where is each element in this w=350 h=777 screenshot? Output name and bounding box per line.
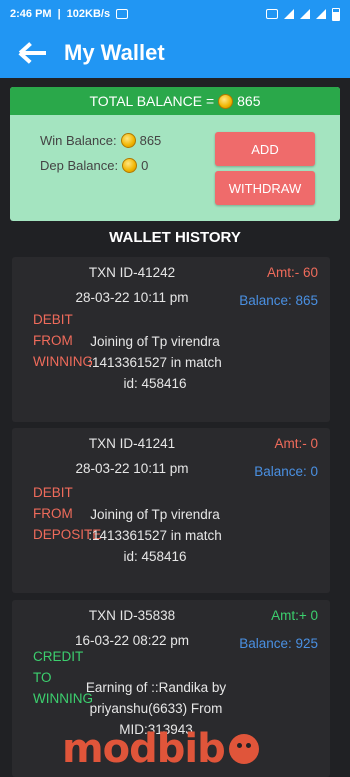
dep-balance-label: Dep Balance: xyxy=(40,158,119,173)
wifi-signal-icon xyxy=(316,9,326,19)
watermark-text: modbib xyxy=(62,726,226,772)
balance-card: TOTAL BALANCE = 865 Win Balance: 865 Dep… xyxy=(10,87,340,221)
wallet-history-title: WALLET HISTORY xyxy=(109,229,241,246)
signal-icon xyxy=(284,9,294,19)
page-title: My Wallet xyxy=(64,40,165,65)
withdraw-button[interactable]: WITHDRAW xyxy=(215,171,315,205)
txn-description: Joining of Tp virendra :1413361527 in ma… xyxy=(88,507,222,564)
battery-icon xyxy=(332,7,340,21)
txn-date: 28-03-22 10:11 pm xyxy=(75,290,189,305)
transaction-card: TXN ID-41241 28-03-22 10:11 pm Amt:- 0 B… xyxy=(12,428,330,593)
network-speed: 102KB/s xyxy=(66,8,111,20)
signal-icon-2 xyxy=(300,9,310,19)
notification-off-icon xyxy=(116,9,129,19)
txn-id: TXN ID-41242 xyxy=(88,265,176,280)
coin-icon xyxy=(122,158,138,173)
total-balance-bar: TOTAL BALANCE = 865 xyxy=(10,87,340,115)
coin-icon xyxy=(218,93,234,109)
coin-icon xyxy=(120,133,136,148)
txn-amount: Amt:- 0 xyxy=(274,436,318,451)
win-balance-value: 865 xyxy=(139,133,162,148)
txn-id: TXN ID-35838 xyxy=(88,608,176,623)
txn-balance: Balance: 865 xyxy=(239,293,318,308)
txn-balance: Balance: 0 xyxy=(254,464,318,479)
watermark-face-icon xyxy=(228,734,259,764)
txn-description: Joining of Tp virendra :1413361527 in ma… xyxy=(88,334,222,391)
dep-balance-row: Dep Balance: 0 xyxy=(40,158,148,173)
dep-balance-value: 0 xyxy=(141,158,149,173)
add-button[interactable]: ADD xyxy=(215,132,315,166)
watermark-logo: modbib xyxy=(62,724,292,774)
win-balance-row: Win Balance: 865 xyxy=(40,133,161,148)
txn-amount: Amt:+ 0 xyxy=(271,608,318,623)
back-arrow-icon[interactable] xyxy=(18,41,48,65)
win-balance-label: Win Balance: xyxy=(40,133,117,148)
screen-icon xyxy=(266,9,278,19)
txn-id: TXN ID-41241 xyxy=(88,436,176,451)
total-balance-value: 865 xyxy=(237,93,261,109)
app-bar: My Wallet xyxy=(0,28,350,78)
txn-balance: Balance: 925 xyxy=(239,636,318,651)
total-balance-label: TOTAL BALANCE = xyxy=(89,93,215,109)
txn-amount: Amt:- 60 xyxy=(266,265,318,280)
status-bar: 2:46 PM | 102KB/s xyxy=(0,0,350,28)
transaction-card: TXN ID-41242 28-03-22 10:11 pm Amt:- 60 … xyxy=(12,257,330,422)
status-time: 2:46 PM xyxy=(10,8,52,20)
